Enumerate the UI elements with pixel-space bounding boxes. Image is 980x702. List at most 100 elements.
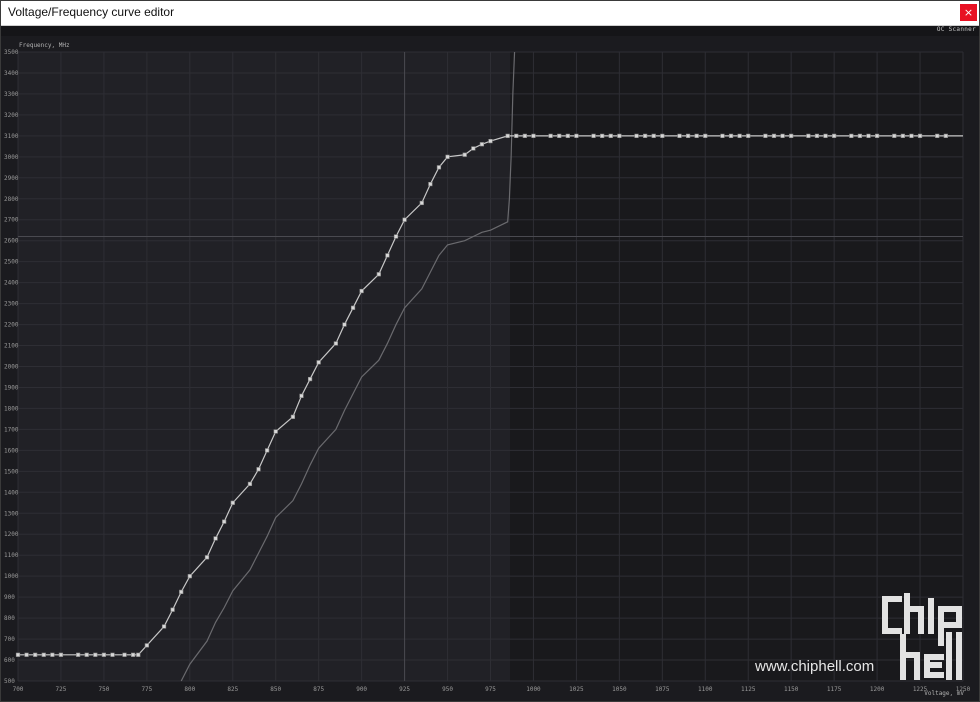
curve-point-handle[interactable] [814, 133, 820, 138]
curve-point-handle[interactable] [643, 133, 648, 138]
curve-point-handle[interactable] [728, 133, 734, 138]
curve-point-handle[interactable] [677, 133, 682, 138]
curve-point-handle[interactable] [58, 652, 64, 657]
curve-point-handle[interactable] [737, 133, 742, 138]
y-tick-label: 1900 [4, 384, 19, 391]
y-tick-label: 2300 [4, 301, 19, 308]
curve-point-handle[interactable] [479, 142, 485, 147]
curve-point-handle[interactable] [342, 322, 347, 327]
curve-point-handle[interactable] [806, 133, 811, 138]
curve-point-handle[interactable] [720, 133, 725, 138]
curve-point-handle[interactable] [428, 181, 433, 187]
curve-point-handle[interactable] [393, 234, 399, 239]
curve-point-handle[interactable] [600, 133, 605, 138]
curve-point-handle[interactable] [557, 133, 562, 138]
curve-point-handle[interactable] [617, 133, 622, 138]
curve-point-handle[interactable] [471, 146, 476, 151]
curve-point-handle[interactable] [247, 481, 253, 487]
curve-point-handle[interactable] [763, 133, 768, 138]
curve-point-handle[interactable] [823, 133, 828, 138]
curve-point-handle[interactable] [131, 652, 136, 657]
curve-point-handle[interactable] [273, 429, 278, 434]
vf-curve-chart[interactable]: 700 725 750 775 800 825 850 875 900 925 950 975 1000… [1, 36, 979, 701]
curve-point-handle[interactable] [943, 133, 948, 138]
y-tick-label: 1300 [4, 510, 19, 517]
curve-point-handle[interactable] [24, 652, 29, 657]
curve-point-handle[interactable] [746, 133, 751, 138]
curve-point-handle[interactable] [608, 133, 613, 138]
curve-point-handle[interactable] [307, 376, 313, 382]
curve-point-handle[interactable] [651, 133, 656, 138]
curve-point-handle[interactable] [350, 305, 356, 310]
curve-point-handle[interactable] [376, 272, 381, 277]
x-tick-label: 1200 [870, 686, 885, 693]
curve-point-handle[interactable] [179, 589, 184, 594]
curve-point-handle[interactable] [660, 133, 665, 138]
curve-point-handle[interactable] [866, 133, 871, 138]
curve-point-handle[interactable] [33, 652, 38, 657]
curve-point-handle[interactable] [110, 652, 115, 657]
curve-point-handle[interactable] [213, 536, 218, 541]
curve-point-handle[interactable] [857, 133, 863, 138]
curve-point-handle[interactable] [531, 133, 536, 138]
oc-scanner-button[interactable]: OC Scanner [937, 26, 976, 33]
curve-point-handle[interactable] [136, 652, 141, 657]
curve-point-handle[interactable] [50, 652, 55, 657]
curve-point-handle[interactable] [565, 133, 570, 138]
curve-point-handle[interactable] [419, 200, 424, 206]
curve-point-handle[interactable] [402, 217, 407, 222]
curve-point-handle[interactable] [832, 133, 837, 138]
curve-point-handle[interactable] [15, 652, 21, 657]
curve-point-handle[interactable] [170, 607, 175, 612]
curve-point-handle[interactable] [703, 133, 708, 138]
curve-point-handle[interactable] [935, 133, 940, 138]
curve-point-handle[interactable] [101, 652, 107, 657]
curve-point-handle[interactable] [445, 154, 450, 159]
curve-point-handle[interactable] [522, 133, 527, 138]
curve-point-handle[interactable] [385, 253, 390, 258]
curve-point-handle[interactable] [574, 133, 579, 138]
curve-point-handle[interactable] [290, 414, 296, 419]
curve-point-handle[interactable] [122, 652, 127, 657]
curve-point-handle[interactable] [771, 133, 777, 138]
curve-point-handle[interactable] [505, 133, 510, 138]
curve-point-handle[interactable] [333, 341, 338, 346]
curve-point-handle[interactable] [849, 133, 854, 138]
curve-point-handle[interactable] [874, 133, 880, 138]
curve-point-handle[interactable] [548, 133, 553, 138]
curve-point-handle[interactable] [222, 519, 227, 524]
curve-point-handle[interactable] [84, 652, 89, 657]
y-tick-label: 3500 [4, 49, 19, 56]
curve-point-handle[interactable] [230, 500, 235, 505]
y-tick-label: 500 [4, 678, 15, 685]
curve-point-handle[interactable] [634, 133, 639, 138]
curve-point-handle[interactable] [41, 652, 46, 657]
curve-point-handle[interactable] [488, 139, 493, 144]
title-bar[interactable]: Voltage/Frequency curve editor × [1, 1, 979, 26]
curve-point-handle[interactable] [685, 133, 691, 138]
curve-point-handle[interactable] [359, 288, 364, 294]
curve-point-handle[interactable] [909, 133, 914, 138]
curve-point-handle[interactable] [789, 133, 794, 138]
curve-point-handle[interactable] [316, 360, 321, 365]
curve-point-handle[interactable] [299, 393, 304, 398]
curve-point-handle[interactable] [892, 133, 897, 138]
curve-point-handle[interactable] [256, 467, 261, 472]
curve-point-handle[interactable] [204, 555, 210, 560]
curve-point-handle[interactable] [187, 574, 192, 579]
curve-point-handle[interactable] [694, 133, 699, 138]
curve-point-handle[interactable] [76, 652, 81, 657]
curve-point-handle[interactable] [93, 652, 98, 657]
curve-point-handle[interactable] [144, 643, 149, 648]
close-button[interactable]: × [960, 4, 977, 21]
curve-point-handle[interactable] [462, 152, 467, 157]
curve-point-handle[interactable] [514, 133, 519, 138]
curve-point-handle[interactable] [780, 133, 785, 138]
curve-point-handle[interactable] [900, 133, 905, 138]
curve-point-handle[interactable] [591, 133, 596, 138]
curve-point-handle[interactable] [265, 448, 270, 453]
y-tick-label: 3200 [4, 112, 19, 119]
curve-point-handle[interactable] [917, 133, 923, 138]
curve-point-handle[interactable] [436, 165, 442, 170]
curve-point-handle[interactable] [161, 624, 167, 629]
